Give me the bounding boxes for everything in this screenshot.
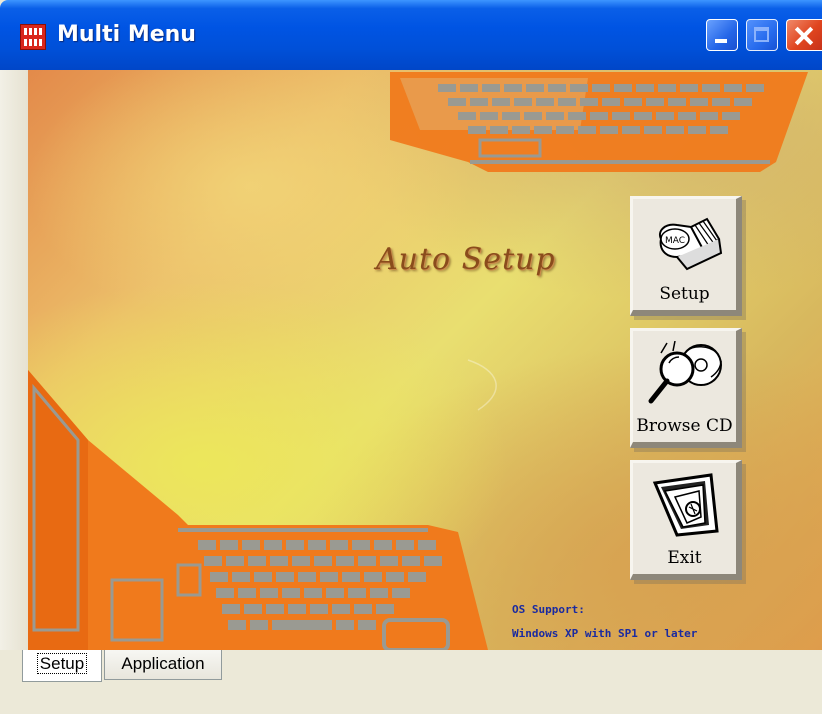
auto-setup-heading: Auto Setup: [376, 242, 556, 277]
tab-setup[interactable]: Setup: [22, 650, 102, 682]
main-panel: Auto Setup MAC Setup Browse CD Exit OS S…: [28, 70, 822, 650]
exit-door-icon: [652, 473, 719, 537]
os-support-heading: OS Support:: [512, 603, 585, 616]
os-support-info: OS Support: Windows XP with SP1 or later: [512, 598, 697, 646]
maximize-button[interactable]: [746, 19, 778, 51]
window-left-edge: [0, 70, 28, 650]
book-icon: MAC: [659, 217, 723, 271]
browse-cd-button[interactable]: Browse CD: [630, 328, 742, 448]
setup-button-label: Setup: [659, 284, 710, 304]
exit-button[interactable]: Exit: [630, 460, 742, 580]
light-swirl-decoration: [467, 359, 497, 411]
tab-application[interactable]: Application: [104, 650, 222, 680]
tab-bar: Setup Application: [0, 650, 822, 714]
setup-button[interactable]: MAC Setup: [630, 196, 742, 316]
magnifier-cd-icon: [648, 341, 722, 404]
tab-setup-label: Setup: [36, 653, 88, 674]
window-title: Multi Menu: [57, 22, 196, 47]
svg-text:MAC: MAC: [665, 236, 685, 246]
os-support-requirement: Windows XP with SP1 or later: [512, 627, 698, 640]
browse-cd-button-label: Browse CD: [636, 416, 733, 436]
tab-application-label: Application: [121, 654, 205, 673]
laptop-top-illustration: [390, 72, 808, 172]
laptop-bottom-illustration: [28, 370, 488, 650]
exit-button-label: Exit: [667, 548, 702, 568]
title-bar[interactable]: Multi Menu: [0, 0, 822, 70]
close-button[interactable]: [786, 19, 822, 51]
minimize-button[interactable]: [706, 19, 738, 51]
app-icon[interactable]: [20, 24, 46, 50]
app-window: Multi Menu Auto Setup MAC Setup Browse C…: [0, 0, 822, 714]
